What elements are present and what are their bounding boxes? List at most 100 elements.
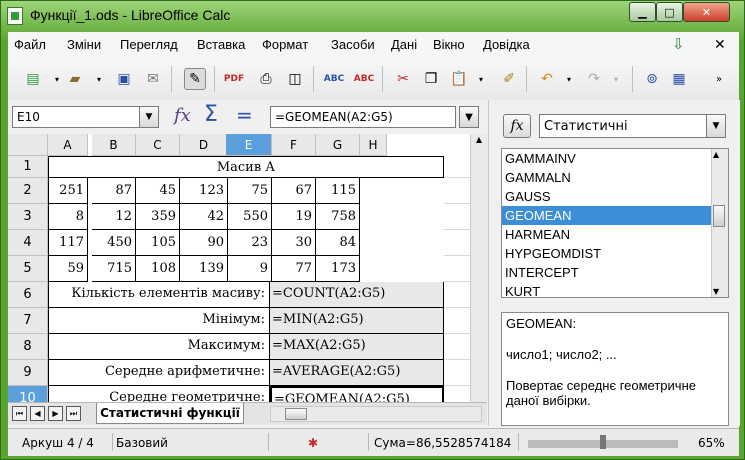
data-cell[interactable]: 67 (272, 178, 316, 204)
column-header[interactable]: H (360, 134, 387, 156)
menu-help[interactable]: Довідка (483, 37, 530, 52)
menu-insert[interactable]: Вставка (197, 37, 245, 52)
function-list-item[interactable]: GAUSS (502, 187, 728, 206)
menu-window[interactable]: Вікно (433, 37, 465, 52)
data-cell[interactable]: 115 (316, 178, 360, 204)
category-dropdown-icon[interactable]: ▼ (706, 115, 725, 137)
empty-cell[interactable] (444, 178, 470, 204)
column-header[interactable]: F (272, 134, 316, 156)
scroll-down-icon[interactable]: ▼ (713, 287, 719, 296)
data-cell[interactable]: 8 (48, 204, 88, 230)
clone-formatting-icon[interactable]: ✐ (498, 68, 520, 90)
edit-mode-icon[interactable]: ✎ (184, 68, 206, 90)
open-icon[interactable]: ▰ (64, 68, 86, 90)
print-icon[interactable]: ⎙ (255, 68, 277, 90)
data-cell[interactable]: 19 (272, 204, 316, 230)
last-sheet-icon[interactable]: ⏭ (66, 406, 81, 421)
page-style[interactable]: Базовий (116, 436, 168, 450)
undo-dropdown-icon[interactable]: ▾ (558, 68, 580, 90)
empty-cell[interactable] (444, 360, 470, 386)
empty-cell[interactable] (444, 204, 470, 230)
row-header[interactable]: 3 (8, 204, 48, 230)
data-cell[interactable]: 550 (226, 204, 272, 230)
export-pdf-icon[interactable]: PDF (223, 68, 245, 90)
data-cell[interactable]: 84 (316, 230, 360, 256)
sum-icon[interactable]: Σ (204, 102, 218, 127)
data-cell[interactable]: 23 (226, 230, 272, 256)
open-dropdown-icon[interactable]: ▾ (88, 68, 110, 90)
column-header[interactable]: B (92, 134, 136, 156)
next-sheet-icon[interactable]: ▶ (48, 406, 63, 421)
tab-statistical-functions[interactable]: Статистичні функції (96, 403, 244, 424)
menu-tools[interactable]: Засоби (331, 37, 375, 52)
maximize-button[interactable]: □ (656, 2, 683, 22)
empty-cell[interactable] (444, 230, 470, 256)
navigator-icon[interactable]: ⊚ (641, 68, 663, 90)
name-box-dropdown-icon[interactable]: ▼ (139, 107, 158, 127)
toolbar-overflow-icon[interactable]: » (708, 68, 730, 90)
data-cell[interactable]: 45 (136, 178, 180, 204)
function-list-item[interactable]: GAMMAINV (502, 149, 728, 168)
column-header[interactable]: E (226, 134, 272, 156)
empty-cell[interactable] (444, 386, 470, 402)
data-cell[interactable]: 108 (136, 256, 180, 282)
horizontal-scrollbar[interactable] (270, 406, 482, 422)
select-all-corner[interactable] (8, 134, 48, 156)
update-download-icon[interactable]: ⇩ (672, 35, 685, 53)
data-cell[interactable]: 450 (92, 230, 136, 256)
column-header[interactable]: C (136, 134, 180, 156)
save-icon[interactable]: ▣ (113, 68, 135, 90)
array-title[interactable]: Масив А (48, 156, 444, 178)
row-header[interactable]: 10 (8, 386, 48, 402)
data-cell[interactable]: 117 (48, 230, 88, 256)
data-cell[interactable]: 139 (180, 256, 228, 282)
summary-formula[interactable]: =GEOMEAN(A2:G5) (270, 386, 444, 402)
function-list[interactable]: GAMMAINV GAMMALN GAUSS GEOMEAN HARMEAN HYPGEO… (501, 148, 729, 298)
row-header[interactable]: 5 (8, 256, 48, 282)
summary-label[interactable]: Середне арифметичне: (48, 360, 270, 386)
data-cell[interactable]: 9 (226, 256, 272, 282)
data-cell[interactable]: 87 (92, 178, 136, 204)
gallery-icon[interactable]: ▦ (668, 68, 690, 90)
expand-formula-icon[interactable]: ▼ (459, 106, 479, 128)
data-cell[interactable]: 90 (180, 230, 228, 256)
empty-cell[interactable] (444, 334, 470, 360)
function-list-scrollbar[interactable]: ▲ ▼ (711, 149, 728, 297)
empty-cell[interactable] (444, 308, 470, 334)
menu-format[interactable]: Формат (262, 37, 308, 52)
name-box[interactable]: E10 ▼ (12, 106, 159, 128)
data-cell[interactable]: 12 (92, 204, 136, 230)
data-cell[interactable]: 123 (180, 178, 228, 204)
column-header[interactable]: G (316, 134, 360, 156)
summary-label[interactable]: Середне геометричне: (48, 386, 270, 402)
paste-icon[interactable]: 📋 (448, 68, 470, 90)
selection-sum[interactable]: Сума=86,5528574184 (374, 436, 511, 450)
menu-data[interactable]: Дані (391, 37, 417, 52)
close-document-icon[interactable]: ✕ (714, 36, 726, 53)
title-bar[interactable]: Функції_1.ods - LibreOffice Calc ▁ □ ✕ (1, 1, 744, 31)
empty-cell[interactable] (444, 256, 470, 282)
data-cell[interactable]: 77 (272, 256, 316, 282)
row-header[interactable]: 7 (8, 308, 48, 334)
first-sheet-icon[interactable]: ⏮ (12, 406, 27, 421)
redo-dropdown-icon[interactable]: ▾ (605, 68, 627, 90)
menu-file[interactable]: Файл (14, 37, 46, 52)
minimize-button[interactable]: ▁ (629, 2, 656, 22)
print-preview-icon[interactable]: ◫ (284, 68, 306, 90)
summary-label[interactable]: Мінімум: (48, 308, 270, 334)
function-list-item[interactable]: HYPGEOMDIST (502, 244, 728, 263)
undo-icon[interactable]: ↶ (536, 68, 558, 90)
new-document-icon[interactable]: ▤ (22, 68, 44, 90)
empty-cell[interactable] (444, 156, 470, 178)
data-cell[interactable]: 42 (180, 204, 228, 230)
scroll-up-icon[interactable]: ▲ (472, 135, 486, 149)
zoom-slider-thumb[interactable] (600, 435, 606, 449)
summary-label[interactable]: Кількість елементів масиву: (48, 282, 270, 308)
row-header[interactable]: 2 (8, 178, 48, 204)
menu-edit[interactable]: Зміни (67, 37, 101, 52)
function-list-item[interactable]: KURT (502, 282, 728, 297)
data-cell[interactable]: 59 (48, 256, 88, 282)
data-cell[interactable]: 758 (316, 204, 360, 230)
row-header[interactable]: 1 (8, 156, 48, 178)
previous-sheet-icon[interactable]: ◀ (30, 406, 45, 421)
